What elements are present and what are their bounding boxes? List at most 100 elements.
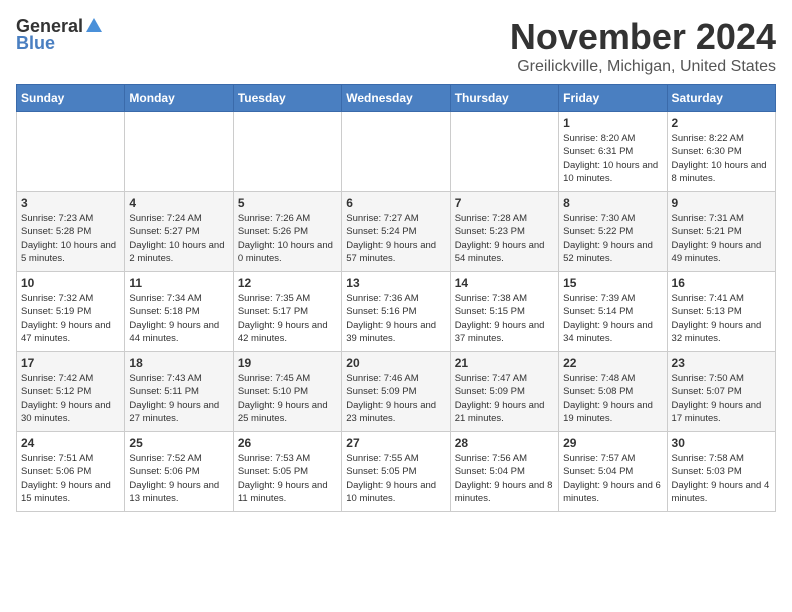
header-saturday: Saturday — [667, 85, 775, 112]
calendar-cell: 5 Sunrise: 7:26 AM Sunset: 5:26 PM Daylig… — [233, 192, 341, 272]
calendar-cell: 14 Sunrise: 7:38 AM Sunset: 5:15 PM Dayli… — [450, 272, 558, 352]
day-number: 13 — [346, 276, 445, 290]
day-info: Sunrise: 7:38 AM Sunset: 5:15 PM Dayligh… — [455, 292, 554, 345]
day-info: Sunrise: 7:55 AM Sunset: 5:05 PM Dayligh… — [346, 452, 445, 505]
calendar-cell: 29Sunrise: 7:57 AM Sunset: 5:04 PM Dayli… — [559, 432, 667, 512]
day-info: Sunrise: 7:53 AM Sunset: 5:05 PM Dayligh… — [238, 452, 337, 505]
day-info: Sunrise: 7:31 AM Sunset: 5:21 PM Dayligh… — [672, 212, 771, 265]
calendar-cell: 22Sunrise: 7:48 AM Sunset: 5:08 PM Dayli… — [559, 352, 667, 432]
calendar-cell: 13Sunrise: 7:36 AM Sunset: 5:16 PM Dayli… — [342, 272, 450, 352]
day-info: Sunrise: 7:43 AM Sunset: 5:11 PM Dayligh… — [129, 372, 228, 425]
day-info: Sunrise: 7:41 AM Sunset: 5:13 PM Dayligh… — [672, 292, 771, 345]
calendar-cell: 16 Sunrise: 7:41 AM Sunset: 5:13 PM Dayli… — [667, 272, 775, 352]
day-number: 1 — [563, 116, 662, 130]
day-number: 4 — [129, 196, 228, 210]
calendar-cell: 21 Sunrise: 7:47 AM Sunset: 5:09 PM Dayli… — [450, 352, 558, 432]
day-info: Sunrise: 7:35 AM Sunset: 5:17 PM Dayligh… — [238, 292, 337, 345]
calendar-cell: 17Sunrise: 7:42 AM Sunset: 5:12 PM Dayli… — [17, 352, 125, 432]
logo-blue: Blue — [16, 33, 55, 54]
header-thursday: Thursday — [450, 85, 558, 112]
header-tuesday: Tuesday — [233, 85, 341, 112]
day-number: 20 — [346, 356, 445, 370]
header-wednesday: Wednesday — [342, 85, 450, 112]
month-title: November 2024 — [510, 16, 776, 58]
calendar-cell: 20 Sunrise: 7:46 AM Sunset: 5:09 PM Dayli… — [342, 352, 450, 432]
day-number: 16 — [672, 276, 771, 290]
logo: General Blue — [16, 16, 102, 54]
day-info: Sunrise: 7:32 AM Sunset: 5:19 PM Dayligh… — [21, 292, 120, 345]
location-title: Greilickville, Michigan, United States — [510, 58, 776, 76]
day-info: Sunrise: 7:34 AM Sunset: 5:18 PM Dayligh… — [129, 292, 228, 345]
day-number: 28 — [455, 436, 554, 450]
calendar-cell: 15Sunrise: 7:39 AM Sunset: 5:14 PM Dayli… — [559, 272, 667, 352]
day-number: 11 — [129, 276, 228, 290]
header: General Blue November 2024 Greilickville… — [16, 16, 776, 76]
day-info: Sunrise: 7:45 AM Sunset: 5:10 PM Dayligh… — [238, 372, 337, 425]
day-number: 7 — [455, 196, 554, 210]
calendar-cell: 30 Sunrise: 7:58 AM Sunset: 5:03 PM Dayli… — [667, 432, 775, 512]
calendar-cell: 27 Sunrise: 7:55 AM Sunset: 5:05 PM Dayli… — [342, 432, 450, 512]
day-number: 2 — [672, 116, 771, 130]
week-row: 10 Sunrise: 7:32 AM Sunset: 5:19 PM Dayli… — [17, 272, 776, 352]
header-row: SundayMondayTuesdayWednesdayThursdayFrid… — [17, 85, 776, 112]
calendar-cell: 2 Sunrise: 8:22 AM Sunset: 6:30 PM Daylig… — [667, 112, 775, 192]
day-info: Sunrise: 7:46 AM Sunset: 5:09 PM Dayligh… — [346, 372, 445, 425]
day-number: 23 — [672, 356, 771, 370]
day-number: 25 — [129, 436, 228, 450]
day-number: 9 — [672, 196, 771, 210]
week-row: 3 Sunrise: 7:23 AM Sunset: 5:28 PM Daylig… — [17, 192, 776, 272]
calendar-cell — [233, 112, 341, 192]
day-info: Sunrise: 7:47 AM Sunset: 5:09 PM Dayligh… — [455, 372, 554, 425]
calendar-cell: 10 Sunrise: 7:32 AM Sunset: 5:19 PM Dayli… — [17, 272, 125, 352]
header-friday: Friday — [559, 85, 667, 112]
day-info: Sunrise: 8:20 AM Sunset: 6:31 PM Dayligh… — [563, 132, 662, 185]
calendar-cell: 1 Sunrise: 8:20 AM Sunset: 6:31 PM Daylig… — [559, 112, 667, 192]
day-info: Sunrise: 7:42 AM Sunset: 5:12 PM Dayligh… — [21, 372, 120, 425]
day-info: Sunrise: 8:22 AM Sunset: 6:30 PM Dayligh… — [672, 132, 771, 185]
calendar-cell — [450, 112, 558, 192]
day-info: Sunrise: 7:56 AM Sunset: 5:04 PM Dayligh… — [455, 452, 554, 505]
day-number: 12 — [238, 276, 337, 290]
day-info: Sunrise: 7:48 AM Sunset: 5:08 PM Dayligh… — [563, 372, 662, 425]
week-row: 24Sunrise: 7:51 AM Sunset: 5:06 PM Dayli… — [17, 432, 776, 512]
header-monday: Monday — [125, 85, 233, 112]
day-info: Sunrise: 7:24 AM Sunset: 5:27 PM Dayligh… — [129, 212, 228, 265]
day-info: Sunrise: 7:30 AM Sunset: 5:22 PM Dayligh… — [563, 212, 662, 265]
day-number: 30 — [672, 436, 771, 450]
day-info: Sunrise: 7:58 AM Sunset: 5:03 PM Dayligh… — [672, 452, 771, 505]
day-number: 5 — [238, 196, 337, 210]
calendar-cell: 24Sunrise: 7:51 AM Sunset: 5:06 PM Dayli… — [17, 432, 125, 512]
day-number: 29 — [563, 436, 662, 450]
calendar-cell: 9 Sunrise: 7:31 AM Sunset: 5:21 PM Daylig… — [667, 192, 775, 272]
day-number: 27 — [346, 436, 445, 450]
calendar-cell: 6 Sunrise: 7:27 AM Sunset: 5:24 PM Daylig… — [342, 192, 450, 272]
day-number: 10 — [21, 276, 120, 290]
day-info: Sunrise: 7:23 AM Sunset: 5:28 PM Dayligh… — [21, 212, 120, 265]
calendar-body: 1 Sunrise: 8:20 AM Sunset: 6:31 PM Daylig… — [17, 112, 776, 512]
calendar-cell: 3 Sunrise: 7:23 AM Sunset: 5:28 PM Daylig… — [17, 192, 125, 272]
calendar-cell: 26Sunrise: 7:53 AM Sunset: 5:05 PM Dayli… — [233, 432, 341, 512]
day-number: 15 — [563, 276, 662, 290]
calendar-cell — [125, 112, 233, 192]
title-area: November 2024 Greilickville, Michigan, U… — [510, 16, 776, 76]
calendar-cell: 19 Sunrise: 7:45 AM Sunset: 5:10 PM Dayli… — [233, 352, 341, 432]
calendar-header: SundayMondayTuesdayWednesdayThursdayFrid… — [17, 85, 776, 112]
calendar-cell: 12 Sunrise: 7:35 AM Sunset: 5:17 PM Dayli… — [233, 272, 341, 352]
day-number: 3 — [21, 196, 120, 210]
day-number: 8 — [563, 196, 662, 210]
day-info: Sunrise: 7:26 AM Sunset: 5:26 PM Dayligh… — [238, 212, 337, 265]
day-number: 19 — [238, 356, 337, 370]
week-row: 1 Sunrise: 8:20 AM Sunset: 6:31 PM Daylig… — [17, 112, 776, 192]
day-number: 18 — [129, 356, 228, 370]
day-number: 21 — [455, 356, 554, 370]
header-sunday: Sunday — [17, 85, 125, 112]
calendar-cell — [17, 112, 125, 192]
day-info: Sunrise: 7:50 AM Sunset: 5:07 PM Dayligh… — [672, 372, 771, 425]
calendar-cell: 23 Sunrise: 7:50 AM Sunset: 5:07 PM Dayli… — [667, 352, 775, 432]
calendar-cell: 25Sunrise: 7:52 AM Sunset: 5:06 PM Dayli… — [125, 432, 233, 512]
day-number: 24 — [21, 436, 120, 450]
day-number: 14 — [455, 276, 554, 290]
day-info: Sunrise: 7:27 AM Sunset: 5:24 PM Dayligh… — [346, 212, 445, 265]
day-number: 6 — [346, 196, 445, 210]
calendar-cell: 4 Sunrise: 7:24 AM Sunset: 5:27 PM Daylig… — [125, 192, 233, 272]
